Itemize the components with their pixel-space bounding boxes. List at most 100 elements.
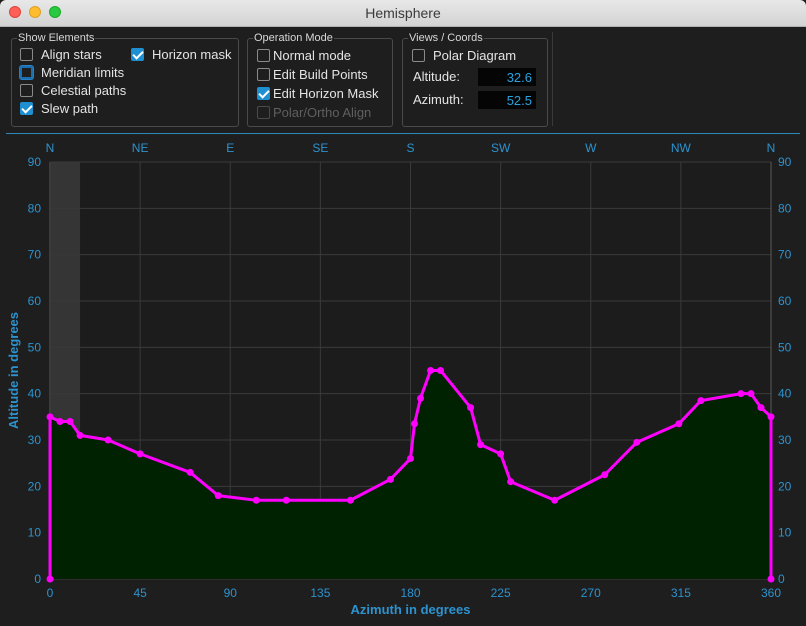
azimuth-label: Azimuth: [413, 92, 464, 107]
y-tick-label-left: 20 [28, 479, 42, 493]
horizon-point[interactable] [407, 455, 414, 463]
edit-build-points-check-icon[interactable] [257, 67, 270, 81]
align-stars-check-icon[interactable] [20, 47, 33, 61]
y-tick-label-left: 60 [28, 294, 42, 308]
y-tick-label-left: 80 [28, 201, 42, 215]
y-tick-label-right: 50 [778, 340, 792, 354]
compass-label: SW [491, 141, 511, 155]
y-tick-label-right: 60 [778, 294, 792, 308]
x-tick-label: 90 [224, 586, 238, 600]
compass-label: SE [312, 141, 328, 155]
y-tick-label-right: 20 [778, 479, 792, 493]
polar-diagram-checkbox[interactable]: Polar Diagram [412, 46, 516, 64]
horizon-point[interactable] [675, 420, 683, 428]
y-tick-label-left: 70 [28, 248, 42, 262]
celestial-paths-check-icon[interactable] [20, 83, 33, 97]
x-axis-title: Azimuth in degrees [351, 602, 471, 617]
compass-label: N [767, 141, 776, 155]
horizon-point[interactable] [46, 413, 54, 421]
horizon-mask-check-icon[interactable] [131, 47, 144, 61]
edit-build-points-checkbox[interactable]: Edit Build Points [257, 65, 368, 83]
horizon-point[interactable] [46, 575, 54, 583]
polar-ortho-align-check-icon [257, 105, 270, 119]
horizon-point[interactable] [386, 475, 394, 483]
compass-label: E [226, 141, 234, 155]
horizon-point[interactable] [467, 404, 475, 412]
y-tick-label-right: 90 [778, 155, 792, 169]
horizon-point[interactable] [427, 367, 435, 374]
horizon-point[interactable] [56, 417, 64, 425]
horizon-point[interactable] [252, 496, 260, 504]
y-tick-label-left: 40 [28, 387, 42, 401]
horizon-point[interactable] [757, 404, 765, 412]
y-tick-label-right: 30 [778, 433, 792, 447]
align-stars-checkbox[interactable]: Align stars [20, 45, 102, 63]
horizon-point[interactable] [66, 417, 74, 425]
horizon-point[interactable] [136, 450, 144, 458]
slew-path-checkbox[interactable]: Slew path [20, 99, 98, 117]
horizon-point[interactable] [76, 431, 84, 439]
horizon-point[interactable] [282, 496, 290, 504]
horizon-point[interactable] [214, 492, 222, 500]
meridian-limits-check-icon[interactable] [20, 65, 33, 79]
horizon-point[interactable] [551, 496, 559, 504]
horizon-mask-chart[interactable]: N NE E SE S SW W NW N0 45 90 135 180 225 270 315 3600 010… [0, 134, 806, 624]
horizon-point[interactable] [411, 420, 419, 428]
x-tick-label: 0 [47, 586, 54, 600]
x-tick-label: 270 [581, 586, 601, 600]
horizon-point[interactable] [346, 496, 354, 504]
normal-mode-label: Normal mode [273, 47, 352, 63]
x-tick-label: 360 [761, 586, 781, 600]
y-tick-label-left: 50 [28, 340, 42, 354]
toolbar-separator [552, 32, 553, 126]
polar-diagram-check-icon[interactable] [412, 48, 425, 62]
altitude-label: Altitude: [413, 69, 460, 84]
y-tick-label-left: 10 [28, 526, 42, 540]
title-bar: Hemisphere [0, 0, 806, 27]
horizon-mask-checkbox[interactable]: Horizon mask [131, 45, 231, 63]
normal-mode-checkbox[interactable]: Normal mode [257, 46, 351, 64]
azimuth-readout: 52.5 [478, 91, 536, 109]
horizon-point[interactable] [737, 390, 745, 398]
edit-build-points-label: Edit Build Points [273, 66, 368, 82]
edit-horizon-mask-check-icon[interactable] [257, 86, 270, 100]
horizon-point[interactable] [477, 441, 485, 449]
horizon-point[interactable] [417, 394, 425, 402]
compass-label: W [585, 141, 597, 155]
horizon-point[interactable] [497, 450, 505, 458]
x-tick-label: 315 [671, 586, 691, 600]
edit-horizon-mask-checkbox[interactable]: Edit Horizon Mask [257, 84, 378, 102]
celestial-paths-label: Celestial paths [41, 82, 127, 98]
horizon-point[interactable] [747, 390, 755, 398]
horizon-point[interactable] [601, 471, 609, 479]
y-tick-label-left: 30 [28, 433, 42, 447]
horizon-point[interactable] [767, 575, 775, 583]
horizon-point[interactable] [437, 367, 445, 374]
normal-mode-check-icon[interactable] [257, 48, 270, 62]
meridian-limits-checkbox[interactable]: Meridian limits [20, 63, 124, 81]
celestial-paths-checkbox[interactable]: Celestial paths [20, 81, 126, 99]
polar-ortho-align-checkbox: Polar/Ortho Align [257, 103, 371, 121]
x-tick-label: 225 [491, 586, 511, 600]
meridian-limits-label: Meridian limits [41, 64, 125, 80]
align-stars-label: Align stars [41, 46, 102, 62]
polar-ortho-align-label: Polar/Ortho Align [273, 104, 372, 120]
compass-label: N [46, 141, 55, 155]
operation-mode-title: Operation Mode [253, 32, 334, 44]
horizon-point[interactable] [186, 468, 194, 476]
y-tick-label-left: 90 [28, 155, 42, 169]
horizon-point[interactable] [767, 413, 775, 421]
x-tick-label: 180 [400, 586, 420, 600]
horizon-point[interactable] [507, 478, 515, 486]
y-tick-label-left: 0 [34, 572, 41, 586]
window-title: Hemisphere [365, 5, 441, 21]
compass-label: NE [132, 141, 149, 155]
altitude-readout: 32.6 [478, 68, 536, 86]
horizon-point[interactable] [633, 438, 641, 446]
slew-path-check-icon[interactable] [20, 101, 33, 115]
x-tick-label: 135 [310, 586, 330, 600]
horizon-point[interactable] [697, 397, 705, 405]
horizon-point[interactable] [104, 436, 112, 444]
edit-horizon-mask-label: Edit Horizon Mask [273, 85, 379, 101]
y-tick-label-right: 40 [778, 387, 792, 401]
